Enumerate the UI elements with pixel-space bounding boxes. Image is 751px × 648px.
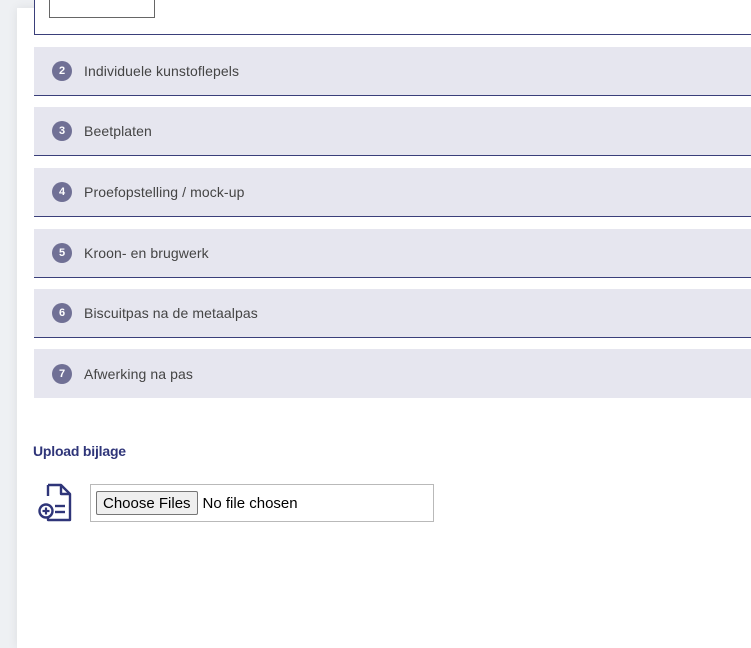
- accordion-item-3[interactable]: 3 Beetplaten: [34, 107, 751, 156]
- step-number-badge: 2: [52, 61, 72, 81]
- accordion-item-label: Proefopstelling / mock-up: [84, 184, 245, 200]
- accordion-item-label: Beetplaten: [84, 123, 152, 139]
- accordion-item-6[interactable]: 6 Biscuitpas na de metaalpas: [34, 289, 751, 338]
- accordion-item-label: Kroon- en brugwerk: [84, 245, 209, 261]
- accordion-item-4[interactable]: 4 Proefopstelling / mock-up: [34, 168, 751, 217]
- file-status-text: No file chosen: [202, 494, 298, 512]
- accordion-item-5[interactable]: 5 Kroon- en brugwerk: [34, 229, 751, 278]
- choose-files-button[interactable]: Choose Files: [96, 491, 198, 515]
- step-number-badge: 4: [52, 182, 72, 202]
- file-upload-input[interactable]: Choose Files No file chosen: [90, 484, 434, 522]
- accordion-item-2[interactable]: 2 Individuele kunstoflepels: [34, 47, 751, 96]
- step-number-badge: 6: [52, 303, 72, 323]
- accordion-item-label: Afwerking na pas: [84, 365, 193, 382]
- inner-field-partial[interactable]: [49, 0, 155, 18]
- step-number-badge: 5: [52, 243, 72, 263]
- accordion-item-label: Biscuitpas na de metaalpas: [84, 305, 258, 321]
- accordion-item-label: Individuele kunstoflepels: [84, 63, 240, 79]
- document-add-icon: [38, 483, 72, 522]
- accordion-item-7[interactable]: 7 Afwerking na pas: [34, 349, 751, 398]
- upload-title: Upload bijlage: [33, 443, 126, 459]
- step-number-badge: 7: [52, 363, 72, 384]
- expanded-section-bottom: [34, 0, 751, 35]
- step-number-badge: 3: [52, 121, 72, 141]
